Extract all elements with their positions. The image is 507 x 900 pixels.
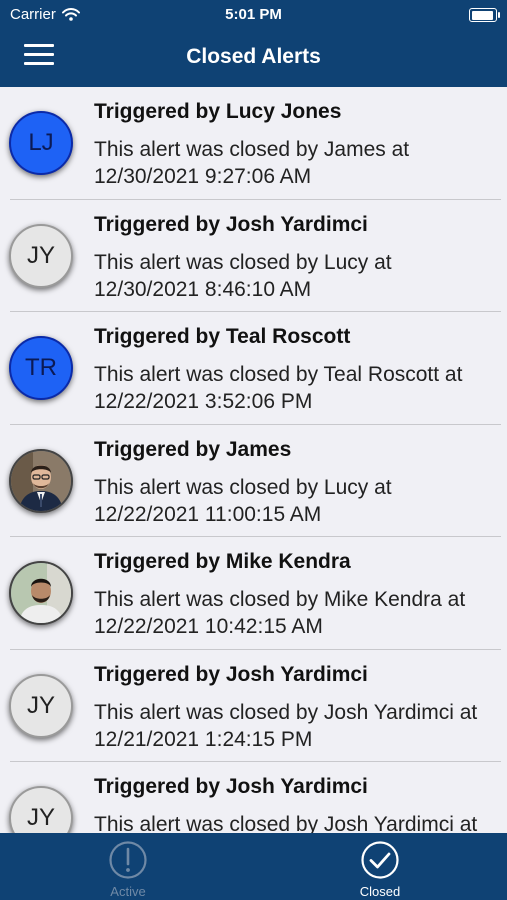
alert-row[interactable]: LJ Triggered by Lucy Jones This alert wa… [0, 87, 507, 200]
alert-message: This alert was closed by James at 12/30/… [94, 138, 410, 188]
alert-title: Triggered by Teal Roscott [94, 325, 351, 348]
avatar [9, 448, 73, 513]
alert-message: This alert was closed by Lucy at 12/22/2… [94, 475, 392, 526]
alerts-list[interactable]: LJ Triggered by Lucy Jones This alert wa… [0, 87, 507, 833]
page-title: Closed Alerts [186, 45, 321, 68]
tab-active[interactable]: Active [68, 833, 188, 900]
alert-message: This alert was closed by Josh Yardimci a… [94, 813, 478, 833]
alert-row[interactable]: Triggered by Mike Kendra This alert was … [0, 537, 507, 650]
avatar-initials: JY [26, 804, 55, 831]
tab-closed[interactable]: Closed [320, 833, 440, 900]
alert-row[interactable]: JY Triggered by Josh Yardimci This alert… [0, 650, 507, 762]
alert-row[interactable]: JY Triggered by Josh Yardimci This alert… [0, 200, 507, 312]
alert-title: Triggered by Josh Yardimci [94, 662, 368, 686]
profile-photo [11, 563, 71, 623]
alert-row[interactable]: JY Triggered by Josh Yardimci This alert… [0, 762, 507, 833]
avatar-initials: TR [25, 354, 57, 381]
alert-title: Triggered by Josh Yardimci [94, 212, 368, 236]
nav-bar: Closed Alerts [0, 30, 507, 87]
status-bar: Carrier 5:01 PM [0, 0, 507, 30]
avatar-initials: JY [26, 691, 55, 719]
battery-icon [469, 8, 500, 22]
tab-label: Active [110, 884, 146, 899]
avatar: LJ [9, 111, 73, 175]
alert-title: Triggered by Mike Kendra [94, 550, 351, 573]
alert-message: This alert was closed by Mike Kendra at … [94, 588, 466, 638]
alert-title: Triggered by Lucy Jones [94, 100, 342, 123]
alert-row[interactable]: TR Triggered by Teal Roscott This alert … [0, 312, 507, 425]
avatar-initials: JY [26, 241, 55, 269]
profile-photo [11, 450, 71, 511]
alert-row[interactable]: Triggered by James This alert was closed… [0, 425, 507, 537]
alert-message: This alert was closed by Lucy at 12/30/2… [94, 250, 392, 301]
avatar: JY [9, 673, 73, 738]
avatar: TR [9, 336, 73, 400]
status-time: 5:01 PM [225, 6, 282, 23]
alert-message: This alert was closed by Teal Roscott at… [94, 363, 463, 413]
alert-title: Triggered by James [94, 437, 292, 461]
alert-message: This alert was closed by Josh Yardimci a… [94, 700, 478, 751]
tab-label: Closed [359, 884, 401, 899]
avatar [9, 561, 73, 625]
tab-bar: Active Closed [0, 833, 507, 900]
exclamation-circle-icon [109, 841, 147, 879]
avatar: JY [9, 786, 73, 833]
avatar: JY [9, 223, 73, 288]
checkmark-circle-icon [361, 841, 399, 879]
alert-title: Triggered by Josh Yardimci [94, 775, 368, 798]
avatar-initials: LJ [28, 129, 54, 156]
